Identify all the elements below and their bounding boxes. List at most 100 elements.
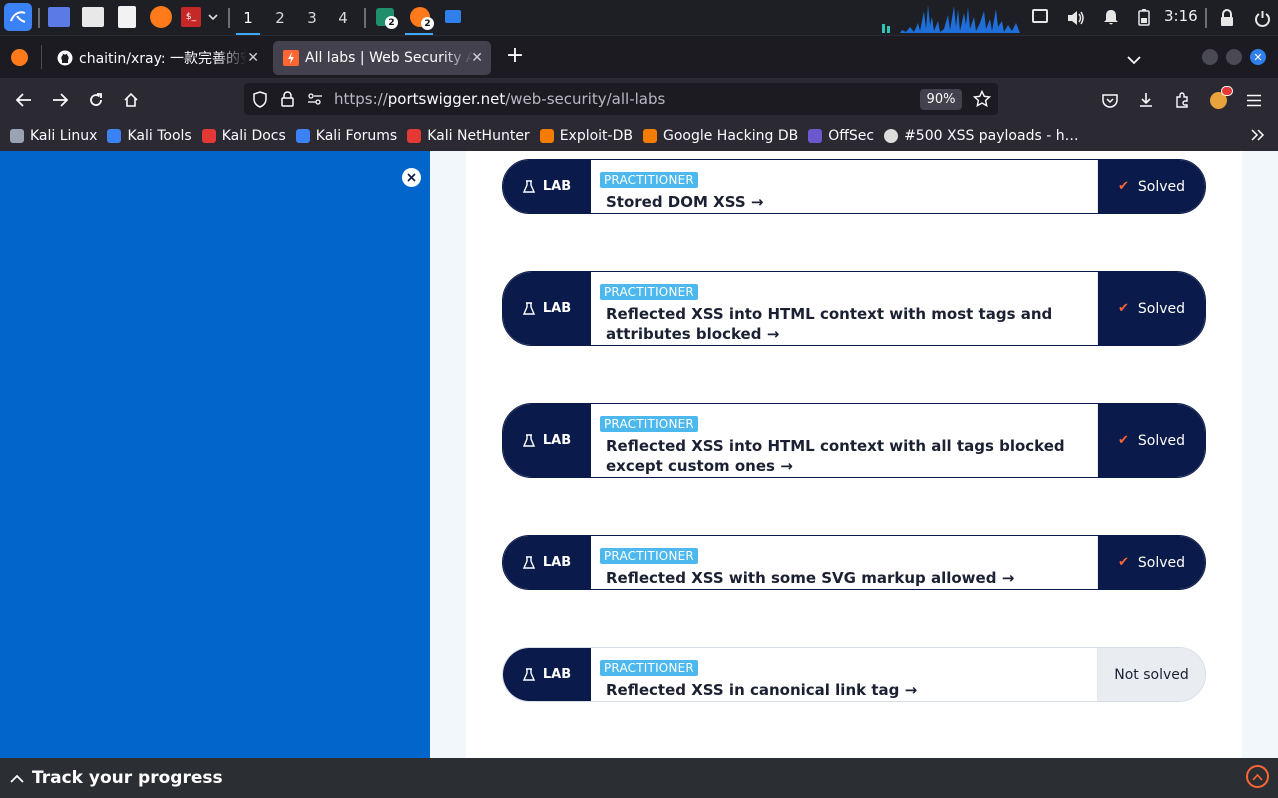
task-burp-icon[interactable]: 2 xyxy=(376,8,398,29)
address-bar[interactable]: https://portswigger.net/web-security/all… xyxy=(244,83,998,115)
pocket-button[interactable] xyxy=(1097,87,1123,113)
lab-title-link[interactable]: Reflected XSS into HTML context with mos… xyxy=(600,304,1097,344)
foxyproxy-button[interactable] xyxy=(1205,85,1233,113)
lab-tag-label: LAB xyxy=(542,433,572,448)
maximize-button[interactable] xyxy=(1226,49,1242,65)
bookmark-kali-nethunter[interactable]: Kali NetHunter xyxy=(407,128,530,144)
bookmark-google-hacking-db[interactable]: Google Hacking DB xyxy=(642,128,798,144)
panel-separator xyxy=(38,8,40,28)
workspace-4[interactable]: 4 xyxy=(330,6,356,30)
status-label: Solved xyxy=(1137,554,1186,571)
level-badge: PRACTITIONER xyxy=(600,172,698,188)
workspace-1[interactable]: 1 xyxy=(235,6,261,35)
lab-row[interactable]: LAB PRACTITIONER Reflected XSS in canoni… xyxy=(502,647,1206,702)
close-window-button[interactable]: ✕ xyxy=(1250,49,1266,65)
url-text[interactable]: https://portswigger.net/web-security/all… xyxy=(334,90,665,108)
download-icon xyxy=(1140,93,1152,107)
lab-row[interactable]: LAB PRACTITIONER Stored DOM XSS → ✔ Solve… xyxy=(502,159,1206,214)
lab-body: PRACTITIONER Reflected XSS in canonical … xyxy=(591,648,1098,701)
kali-forums-icon xyxy=(295,128,310,143)
padlock-icon[interactable] xyxy=(281,91,294,107)
text-editor-icon[interactable] xyxy=(118,6,136,28)
app-menu-button[interactable] xyxy=(1241,87,1267,113)
power-icon[interactable] xyxy=(1252,8,1272,28)
display-icon[interactable] xyxy=(1032,9,1048,23)
tab-xray[interactable]: chaitin/xray: 一款完善的安全评估工具 ✕ xyxy=(47,41,267,75)
clock[interactable]: 3:16 xyxy=(1164,7,1198,25)
lab-row[interactable]: LAB PRACTITIONER Reflected XSS into HTML… xyxy=(502,403,1206,478)
panel-separator xyxy=(364,8,366,28)
terminal-red-icon[interactable]: $_ xyxy=(181,7,201,27)
back-arrow-icon xyxy=(16,93,31,107)
hamburger-icon xyxy=(1247,94,1261,106)
bookmark-star-icon[interactable] xyxy=(973,90,991,108)
arrow-right-icon: → xyxy=(904,681,918,699)
lab-row[interactable]: LAB PRACTITIONER Reflected XSS with some… xyxy=(502,535,1206,590)
minimize-button[interactable] xyxy=(1202,49,1218,65)
tab-separator xyxy=(41,45,42,69)
volume-icon[interactable] xyxy=(1066,8,1086,28)
checkmark-icon: ✔ xyxy=(1117,301,1129,316)
level-badge: PRACTITIONER xyxy=(600,660,698,676)
firefox-view-icon[interactable] xyxy=(11,49,28,66)
reload-button[interactable] xyxy=(83,87,109,113)
kali-menu-icon[interactable] xyxy=(4,3,32,31)
bookmark-offsec[interactable]: OffSec xyxy=(808,128,874,144)
track-progress-bar[interactable]: Track your progress xyxy=(0,758,1278,798)
more-bookmarks-chevron-icon[interactable] xyxy=(1251,129,1265,141)
extensions-button[interactable] xyxy=(1169,87,1195,113)
lab-tag: LAB xyxy=(503,648,591,701)
bookmark-kali-linux[interactable]: Kali Linux xyxy=(10,128,97,144)
terminal-launcher-icon[interactable] xyxy=(48,7,70,27)
window-count-badge: 2 xyxy=(421,17,434,30)
file-manager-icon[interactable] xyxy=(82,7,104,27)
back-button[interactable] xyxy=(11,87,37,113)
sidebar-close-button[interactable] xyxy=(402,168,421,187)
bookmark-exploit-db[interactable]: Exploit-DB xyxy=(539,128,633,144)
tab-close-icon[interactable]: ✕ xyxy=(471,50,483,66)
lab-title-link[interactable]: Reflected XSS with some SVG markup allow… xyxy=(600,568,1097,588)
bookmark-label: Kali Linux xyxy=(30,127,98,144)
new-tab-button[interactable]: + xyxy=(505,45,525,67)
bookmark-label: OffSec xyxy=(828,127,875,144)
bookmark-kali-docs[interactable]: Kali Docs xyxy=(201,128,286,144)
bookmark-kali-tools[interactable]: Kali Tools xyxy=(107,128,192,144)
downloads-button[interactable] xyxy=(1133,87,1159,113)
lab-tag: LAB xyxy=(503,272,591,345)
chevron-down-icon[interactable] xyxy=(206,10,220,24)
flask-icon xyxy=(522,667,535,681)
github-icon xyxy=(57,50,73,66)
task-downloads-icon[interactable] xyxy=(445,10,461,23)
lab-tag-label: LAB xyxy=(542,301,572,316)
puzzle-icon xyxy=(1176,92,1188,108)
task-firefox-icon[interactable]: 2 xyxy=(410,7,434,30)
permissions-icon[interactable] xyxy=(307,93,323,105)
arrow-up-icon xyxy=(1252,773,1263,781)
home-button[interactable] xyxy=(118,87,144,113)
bookmark-kali-forums[interactable]: Kali Forums xyxy=(295,128,397,144)
notifications-bell-icon[interactable] xyxy=(1102,8,1120,26)
scroll-to-top-button[interactable] xyxy=(1246,765,1269,788)
level-badge: PRACTITIONER xyxy=(600,284,698,300)
flask-icon xyxy=(522,555,535,569)
workspace-2[interactable]: 2 xyxy=(267,6,293,30)
lock-icon[interactable] xyxy=(1218,8,1236,26)
lab-body: PRACTITIONER Reflected XSS into HTML con… xyxy=(591,404,1098,477)
lab-title-link[interactable]: Reflected XSS in canonical link tag → xyxy=(600,680,1097,700)
shield-icon[interactable] xyxy=(252,91,268,108)
flask-icon xyxy=(522,433,535,447)
lab-title-link[interactable]: Stored DOM XSS → xyxy=(600,192,1097,212)
ghdb-icon xyxy=(642,128,657,143)
workspace-3[interactable]: 3 xyxy=(299,6,325,30)
zoom-level-button[interactable]: 90% xyxy=(920,89,962,110)
list-all-tabs-icon[interactable] xyxy=(1127,50,1141,69)
tab-all-labs[interactable]: All labs | Web Security Academy ✕ xyxy=(273,41,491,75)
lab-row[interactable]: LAB PRACTITIONER Reflected XSS into HTML… xyxy=(502,271,1206,346)
battery-icon[interactable] xyxy=(1136,8,1152,26)
bookmark-xss-payloads[interactable]: #500 XSS payloads - h… xyxy=(884,128,1079,144)
forward-button[interactable] xyxy=(47,87,73,113)
tab-title: chaitin/xray: 一款完善的安全评估工具 xyxy=(79,51,247,67)
firefox-launcher-icon[interactable] xyxy=(150,6,172,28)
tab-close-icon[interactable]: ✕ xyxy=(247,50,259,66)
lab-title-link[interactable]: Reflected XSS into HTML context with all… xyxy=(600,436,1097,476)
